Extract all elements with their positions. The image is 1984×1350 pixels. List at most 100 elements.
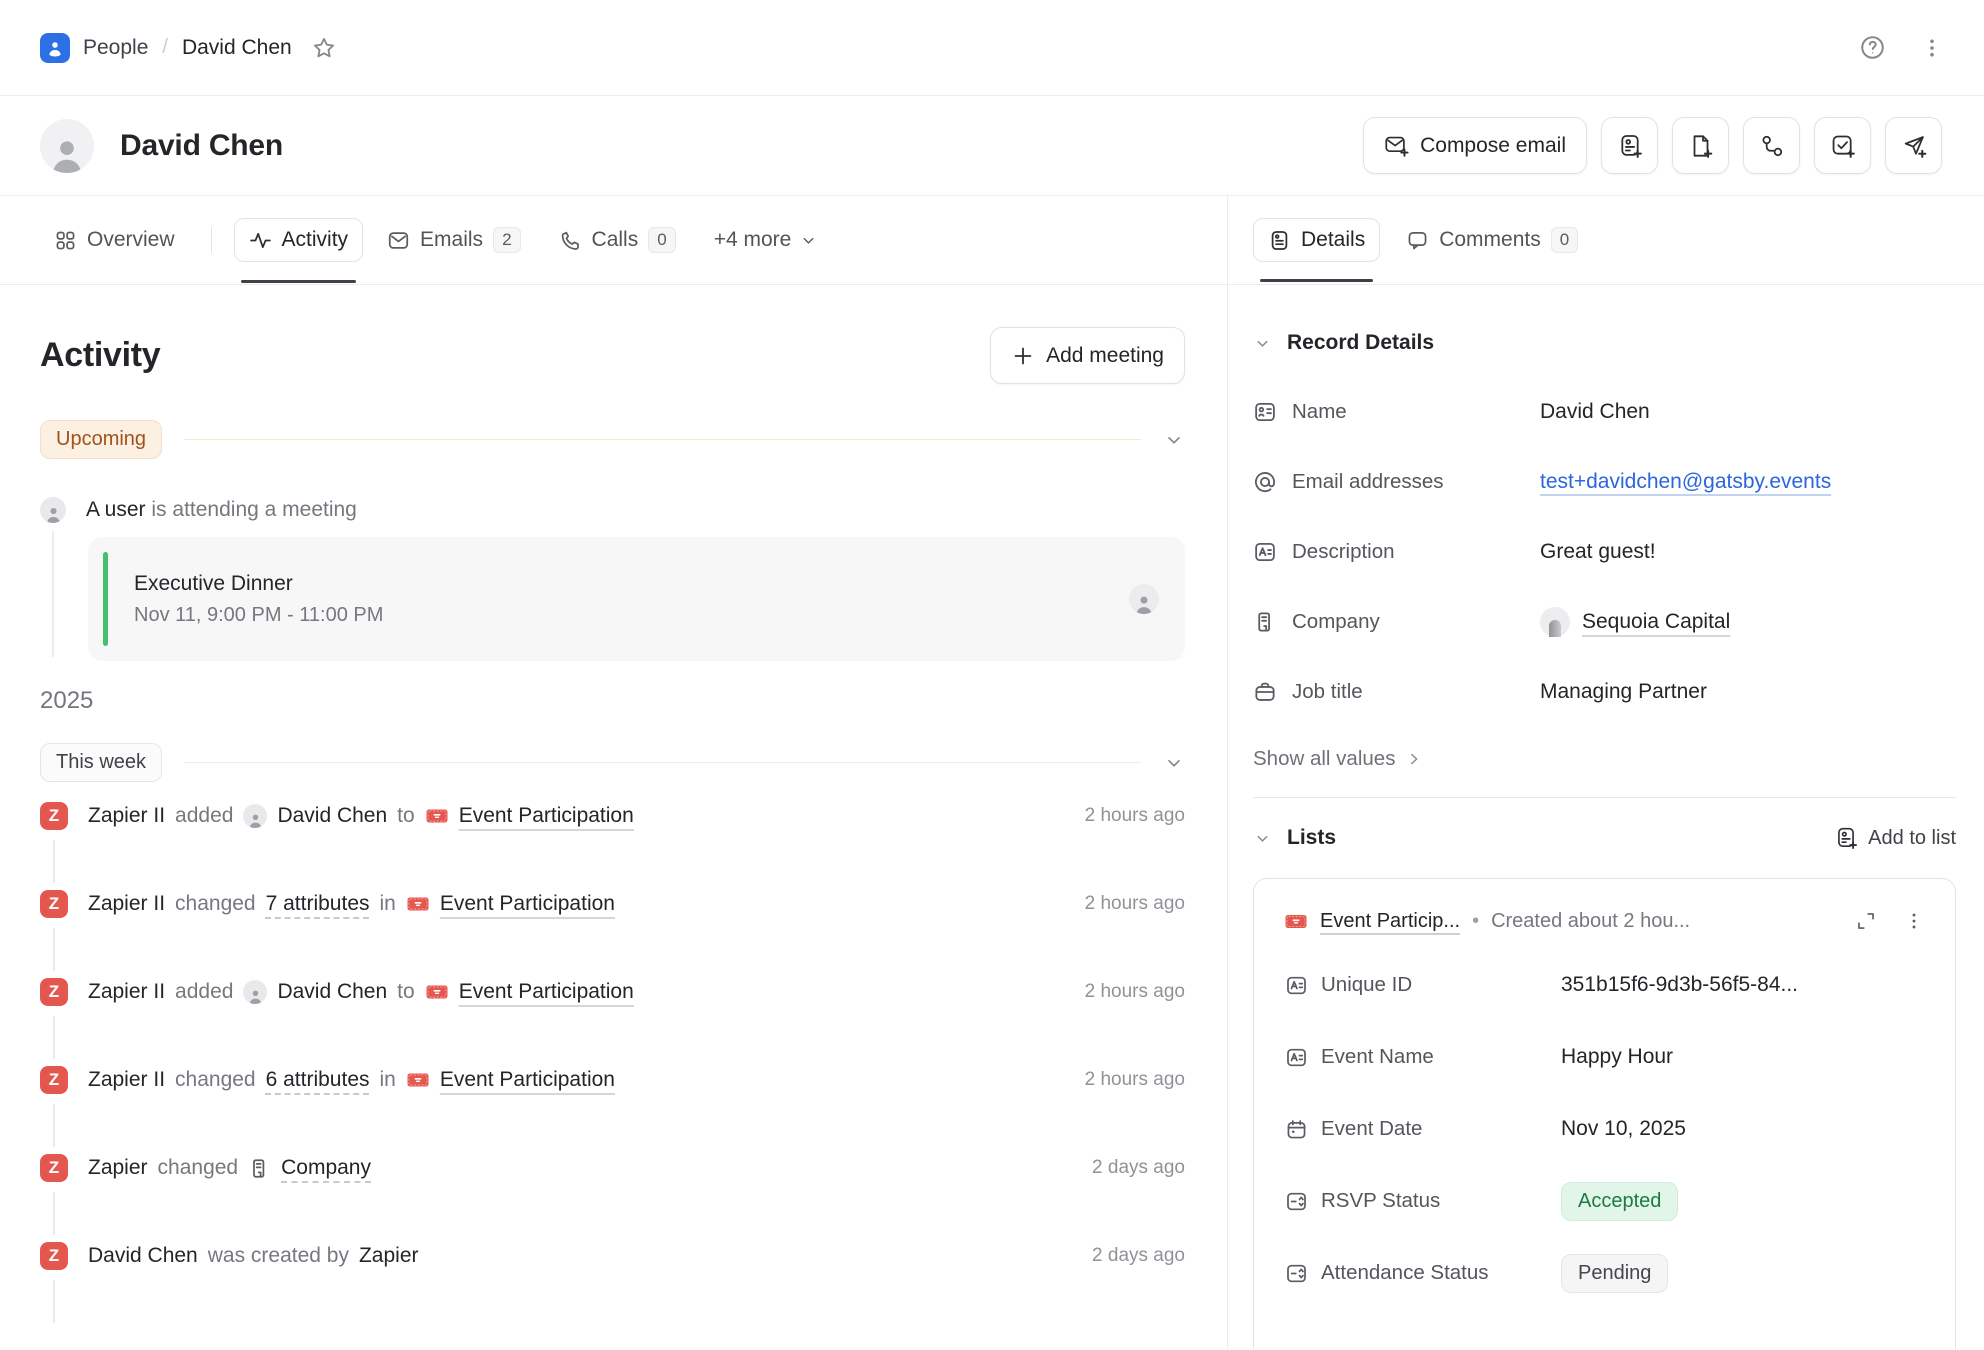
chevron-down-icon[interactable] (1253, 334, 1272, 353)
briefcase-icon (1253, 680, 1277, 704)
week-line (184, 762, 1141, 764)
tab-overview-label: Overview (87, 228, 175, 252)
feed-attributes-link[interactable]: 6 attributes (266, 1068, 370, 1092)
tab-details-label: Details (1301, 228, 1365, 252)
favorite-star-icon[interactable] (312, 36, 336, 60)
list-field-label: Attendance Status (1321, 1261, 1561, 1285)
detail-value-description[interactable]: Great guest! (1540, 540, 1656, 564)
feed-list-link[interactable]: Event Participation (459, 980, 634, 1004)
feed-list-link[interactable]: Event Participation (440, 1068, 615, 1092)
tab-calls[interactable]: Calls 0 (545, 218, 690, 262)
attendee-avatar (1129, 584, 1159, 614)
feed-row: Z Zapier II changed 7 attributes in Even… (40, 890, 1185, 978)
more-options-icon[interactable] (1920, 36, 1944, 60)
collapse-week-icon[interactable] (1163, 752, 1185, 774)
activity-panel: Activity Add meeting Upcoming A user is … (0, 285, 1228, 1349)
tab-activity[interactable]: Activity (234, 218, 364, 262)
task-plus-icon (1830, 133, 1856, 159)
feed-prep: in (380, 892, 396, 916)
record-avatar (40, 119, 94, 173)
expand-icon[interactable] (1855, 910, 1877, 932)
help-icon[interactable] (1859, 34, 1886, 61)
show-all-values-link[interactable]: Show all values (1253, 737, 1956, 781)
upcoming-line (184, 439, 1141, 441)
compose-email-button[interactable]: Compose email (1363, 117, 1587, 174)
add-to-list-link[interactable]: Add to list (1834, 826, 1956, 850)
detail-value-name[interactable]: David Chen (1540, 400, 1650, 424)
rsvp-status-badge[interactable]: Accepted (1561, 1182, 1678, 1221)
list-field-value[interactable]: Nov 10, 2025 (1561, 1117, 1686, 1141)
feed-actor: Zapier (88, 1156, 148, 1180)
tab-details[interactable]: Details (1253, 218, 1380, 262)
zapier-avatar: Z (40, 978, 68, 1006)
feed-row: Z Zapier changed Company 2 days ago (40, 1154, 1185, 1242)
detail-row-company: Company Sequoia Capital (1253, 587, 1956, 657)
company-link[interactable]: Sequoia Capital (1582, 610, 1730, 634)
ticket-icon (1284, 909, 1308, 933)
attending-text: is attending a meeting (151, 498, 356, 521)
more-options-icon[interactable] (1903, 910, 1925, 932)
upcoming-divider: Upcoming (40, 420, 1185, 459)
list-field-label: Unique ID (1321, 973, 1561, 997)
meeting-card[interactable]: Executive Dinner Nov 11, 9:00 PM - 11:00… (88, 537, 1185, 661)
tab-more-label: +4 more (714, 228, 792, 252)
list-entry-title-link[interactable]: Event Particip... (1320, 910, 1460, 933)
tab-comments[interactable]: Comments 0 (1392, 218, 1592, 262)
feed-timestamp: 2 days ago (1092, 1245, 1185, 1267)
year-label: 2025 (40, 687, 1185, 715)
workflow-button[interactable] (1743, 117, 1800, 174)
feed-verb: changed (175, 892, 256, 916)
feed-verb: was created by (208, 1244, 349, 1268)
feed-timestamp: 2 hours ago (1085, 893, 1185, 915)
activity-feed: Z Zapier II added David Chen to Event Pa… (40, 802, 1185, 1330)
chevron-down-icon[interactable] (1253, 829, 1272, 848)
tab-comments-label: Comments (1439, 228, 1541, 252)
tab-overview[interactable]: Overview (40, 219, 189, 261)
name-icon (1253, 400, 1277, 424)
envelope-plus-icon (1384, 133, 1409, 158)
add-note-button[interactable] (1672, 117, 1729, 174)
zapier-avatar: Z (40, 1242, 68, 1270)
feed-target[interactable]: David Chen (277, 804, 387, 828)
list-entry-card: Event Particip... • Created about 2 hou.… (1253, 878, 1956, 1349)
add-meeting-button[interactable]: Add meeting (990, 327, 1185, 384)
people-object-icon (40, 33, 70, 63)
ticket-icon (425, 804, 449, 828)
detail-value-email-link[interactable]: test+davidchen@gatsby.events (1540, 470, 1831, 494)
envelope-icon (387, 229, 410, 252)
breadcrumb-section[interactable]: People (83, 36, 148, 60)
feed-list-link[interactable]: Event Participation (440, 892, 615, 916)
this-week-badge: This week (40, 743, 162, 782)
feed-subject: David Chen (88, 1244, 198, 1268)
list-field-value[interactable]: Happy Hour (1561, 1045, 1673, 1069)
tab-emails[interactable]: Emails 2 (373, 218, 534, 262)
feed-attributes-link[interactable]: 7 attributes (266, 892, 370, 916)
activity-heading: Activity (40, 336, 160, 375)
detail-label: Job title (1292, 680, 1540, 704)
attendance-status-badge[interactable]: Pending (1561, 1254, 1668, 1293)
tab-activity-label: Activity (282, 228, 349, 252)
feed-actor: Zapier II (88, 804, 165, 828)
feed-prep: in (380, 1068, 396, 1092)
breadcrumb-record[interactable]: David Chen (182, 36, 292, 60)
text-field-icon (1284, 974, 1308, 997)
detail-value-company[interactable]: Sequoia Capital (1540, 607, 1730, 637)
file-plus-icon (1688, 133, 1714, 159)
add-to-list-button[interactable] (1601, 117, 1658, 174)
feed-timestamp: 2 hours ago (1085, 981, 1185, 1003)
feed-list-link[interactable]: Event Participation (459, 804, 634, 828)
list-field-value[interactable]: 351b15f6-9d3b-56f5-84... (1561, 973, 1798, 997)
app-window: People / David Chen David Chen Compose e… (0, 0, 1984, 1350)
add-task-button[interactable] (1814, 117, 1871, 174)
detail-value-job-title[interactable]: Managing Partner (1540, 680, 1707, 704)
list-field-label: RSVP Status (1321, 1189, 1561, 1213)
send-sequence-button[interactable] (1885, 117, 1942, 174)
detail-label: Email addresses (1292, 470, 1540, 494)
zapier-avatar: Z (40, 1154, 68, 1182)
feed-target[interactable]: David Chen (277, 980, 387, 1004)
workflow-icon (1759, 133, 1785, 159)
feed-attributes-link[interactable]: Company (281, 1156, 371, 1180)
tab-more[interactable]: +4 more (700, 219, 833, 261)
list-field-attendance-status: Attendance Status Pending (1284, 1237, 1925, 1309)
collapse-upcoming-icon[interactable] (1163, 429, 1185, 451)
